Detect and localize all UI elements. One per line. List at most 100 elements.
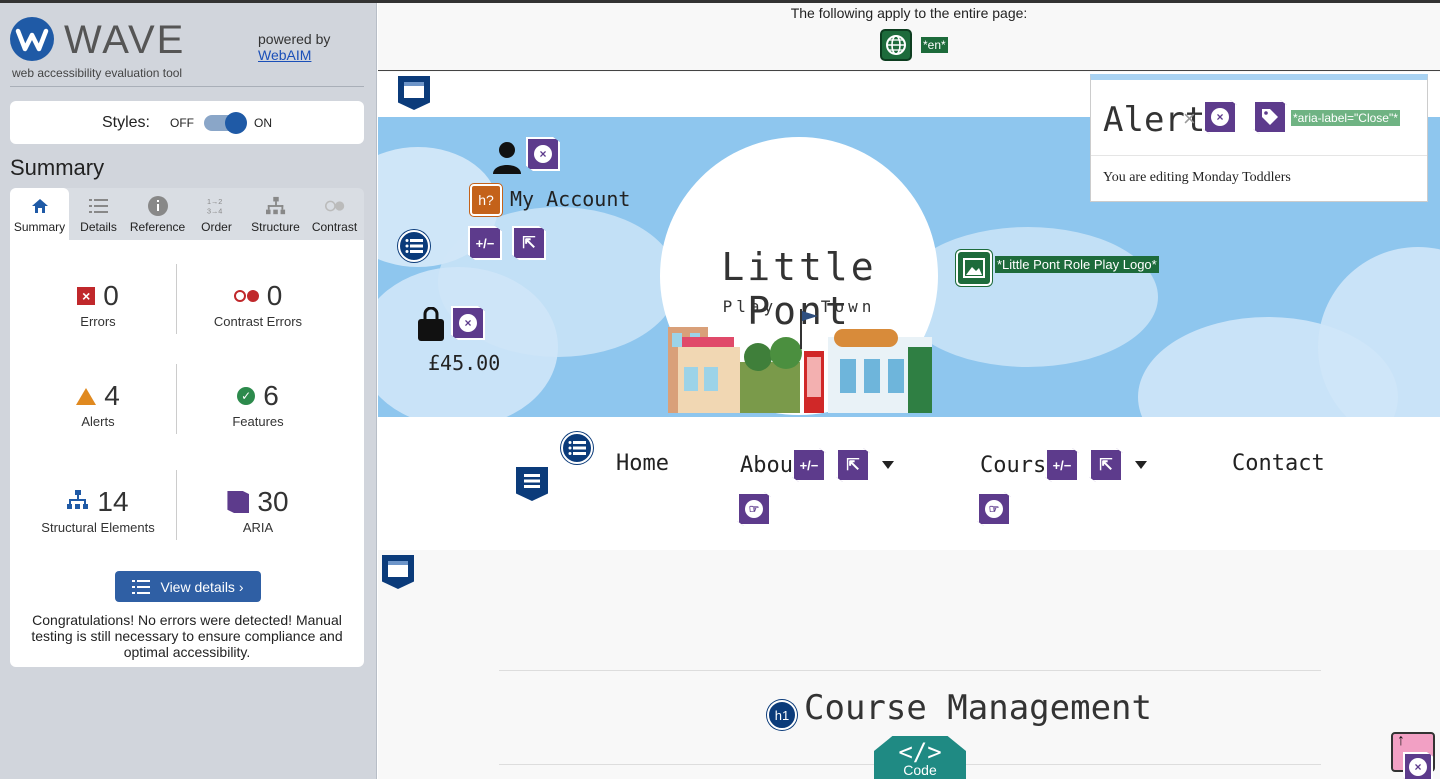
aria-hidden-icon[interactable]: × — [451, 306, 485, 340]
main-navigation: Home About +/− ⇱ ☞ Courses +/− ⇱ ☞ Conta… — [378, 417, 1440, 550]
view-details-button[interactable]: View details › — [115, 571, 261, 602]
alert-message: You are editing Monday Toddlers — [1103, 170, 1291, 185]
list-structure-icon[interactable] — [561, 432, 593, 464]
toggle-knob — [225, 111, 247, 134]
errors-label: Errors — [80, 314, 116, 329]
divider — [10, 86, 364, 87]
aria-menu-icon[interactable]: ☞ — [977, 492, 1011, 526]
features-label: Features — [232, 414, 284, 429]
user-icon[interactable] — [492, 139, 522, 175]
tab-reference[interactable]: Reference — [128, 188, 187, 240]
structural-count: 14 — [97, 486, 129, 517]
nav-contact[interactable]: Contact — [1232, 451, 1325, 476]
tab-order-icon[interactable]: ↑ × — [1391, 732, 1435, 779]
wave-tagline: web accessibility evaluation tool — [12, 66, 183, 80]
arrow-up-icon: ↑ — [1397, 732, 1405, 749]
errors-count: 0 — [103, 280, 119, 311]
aria-hidden-icon[interactable]: × — [1203, 100, 1237, 134]
stat-contrast-errors[interactable]: 0 Contrast Errors — [178, 280, 338, 329]
alert-dialog: Alert! × × *aria-label="Close"* You are … — [1090, 74, 1428, 202]
styles-toggle[interactable] — [204, 111, 247, 134]
features-count: 6 — [263, 380, 279, 411]
webaim-link[interactable]: WebAIM — [258, 47, 311, 63]
tab-contrast[interactable]: Contrast — [305, 188, 364, 240]
powered-by-text: powered by — [258, 31, 331, 47]
aria-menu-icon[interactable]: ☞ — [737, 492, 771, 526]
stat-alerts[interactable]: 4 Alerts — [18, 380, 178, 429]
styles-on-label: ON — [254, 115, 272, 130]
chevron-down-icon[interactable] — [882, 461, 894, 469]
navigation-region-icon[interactable] — [516, 467, 548, 501]
page-wide-panel: The following apply to the entire page: … — [378, 3, 1440, 71]
aria-label: ARIA — [242, 520, 274, 535]
svg-text:3→4: 3→4 — [207, 206, 222, 215]
alert-icon — [76, 387, 97, 405]
tab-summary[interactable]: Summary — [10, 188, 69, 240]
h1-badge: h1 — [774, 707, 790, 723]
order-icon: 1→2 3→4 — [207, 196, 227, 216]
linked-image-icon[interactable] — [956, 250, 992, 286]
structural-label: Structural Elements — [41, 520, 155, 535]
aria-label-text: *aria-label="Close"* — [1291, 110, 1400, 126]
contrast-icon — [324, 196, 345, 216]
stat-features[interactable]: ✓ 6 Features — [178, 380, 338, 429]
applies-text: The following apply to the entire page: — [790, 5, 1028, 21]
alerts-label: Alerts — [81, 414, 115, 429]
wave-sidebar: WAVE web accessibility evaluation tool p… — [0, 0, 377, 779]
wave-brand: WAVE — [64, 18, 186, 62]
tab-label: Summary — [13, 220, 66, 234]
wave-tabs: Summary Details Reference 1→2 3→4 Order S… — [10, 188, 364, 240]
tab-label: Order — [201, 220, 232, 234]
aria-popup-icon[interactable]: ⇱ — [512, 226, 546, 260]
aria-expanded-icon[interactable]: +/− — [1045, 448, 1079, 482]
aria-expanded-icon[interactable]: +/− — [468, 226, 502, 260]
h1-icon[interactable]: h1 — [767, 700, 797, 730]
close-button[interactable]: × — [1183, 106, 1196, 132]
home-icon — [30, 196, 50, 216]
contrast-errors-count: 0 — [266, 280, 283, 311]
feature-check-icon: ✓ — [237, 387, 256, 405]
styles-off-label: OFF — [170, 115, 194, 130]
alerts-count: 4 — [104, 380, 120, 411]
divider — [499, 670, 1321, 671]
summary-card: × 0 Errors 0 Contrast Errors 4 Alerts ✓ 6 … — [10, 240, 364, 667]
tab-details[interactable]: Details — [69, 188, 128, 240]
stat-aria[interactable]: 30 ARIA — [178, 486, 338, 535]
contrast-errors-label: Contrast Errors — [213, 314, 303, 329]
page-title: Course Management — [804, 688, 1152, 728]
globe-icon[interactable] — [880, 29, 912, 61]
tab-label: Structure — [251, 220, 300, 234]
evaluated-page: The following apply to the entire page: … — [378, 0, 1440, 779]
aria-popup-icon[interactable]: ⇱ — [836, 448, 870, 482]
aria-expanded-icon[interactable]: +/− — [792, 448, 826, 482]
stat-errors[interactable]: × 0 Errors — [18, 280, 178, 329]
aria-hidden-icon[interactable]: × — [1403, 752, 1433, 779]
aria-popup-icon[interactable]: ⇱ — [1089, 448, 1123, 482]
tab-structure[interactable]: Structure — [246, 188, 305, 240]
stat-structural[interactable]: 14 Structural Elements — [18, 486, 178, 535]
divider — [1091, 155, 1427, 156]
aria-hidden-icon[interactable]: × — [526, 137, 560, 171]
list-structure-icon[interactable] — [398, 230, 430, 262]
view-details-label: View details › — [160, 578, 244, 595]
chevron-down-icon[interactable] — [1135, 461, 1147, 469]
tab-label: Details — [80, 220, 117, 234]
styles-toggle-box: Styles: OFF ON — [10, 101, 364, 144]
cloud-shape — [1318, 247, 1440, 417]
nav-home[interactable]: Home — [616, 451, 669, 476]
list-icon — [132, 579, 151, 594]
my-account-link[interactable]: My Account — [510, 187, 630, 211]
cart-total: £45.00 — [428, 351, 501, 375]
shopping-bag-icon[interactable] — [416, 307, 446, 341]
tab-order[interactable]: 1→2 3→4 Order — [187, 188, 246, 240]
styles-label: Styles: — [101, 113, 150, 131]
structure-icon — [67, 489, 89, 515]
aria-count: 30 — [257, 486, 289, 517]
info-icon — [147, 196, 168, 216]
main-region-icon[interactable] — [382, 555, 414, 589]
code-toggle-button[interactable]: </> Code — [874, 736, 966, 779]
aria-label-icon[interactable] — [1253, 100, 1287, 134]
heading-alert-icon[interactable]: h? — [470, 184, 502, 216]
powered-by: powered by WebAIM — [258, 31, 330, 63]
tab-label: Reference — [129, 220, 186, 234]
